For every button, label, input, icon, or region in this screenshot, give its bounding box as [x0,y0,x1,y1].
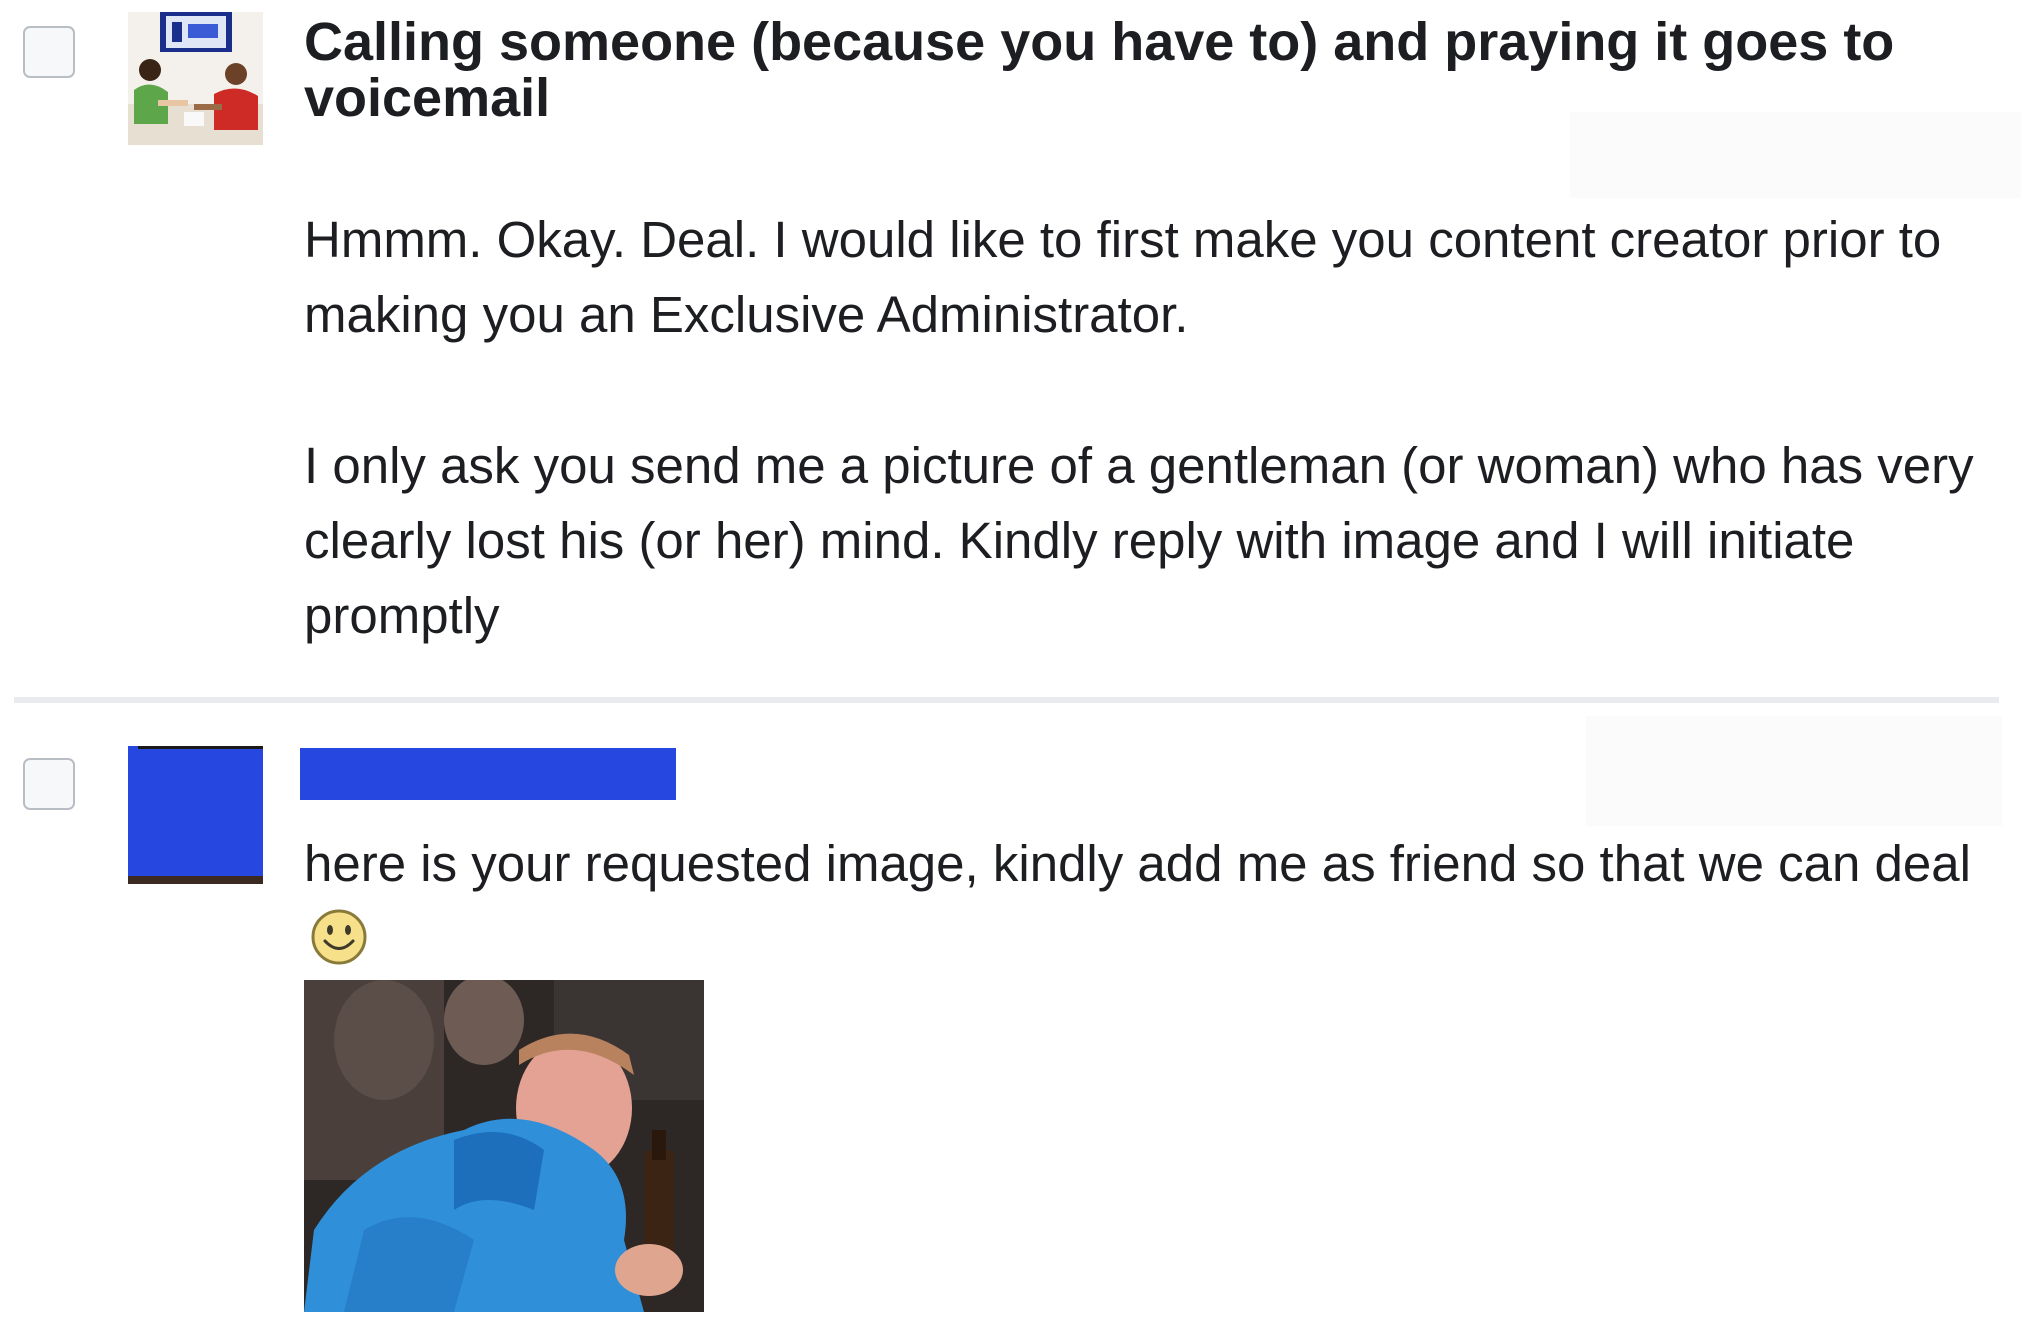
message-paragraph: Hmmm. Okay. Deal. I would like to first … [304,211,1942,343]
message-meta-area [1570,112,2021,198]
redacted-sender-name [300,748,676,800]
select-message-checkbox[interactable] [23,26,75,78]
voicemail-photo-avatar[interactable] [128,12,263,145]
select-message-checkbox[interactable] [23,758,75,810]
message-divider [14,697,1999,703]
message-title: Calling someone (because you have to) an… [304,12,1895,128]
redacted-avatar[interactable] [128,746,263,884]
smiley-icon [310,908,368,986]
message-2: here is your requested image, kindly add… [0,706,2021,1327]
attached-photo[interactable] [304,980,704,1312]
message-1: Calling someone (because you have to) an… [0,0,2021,700]
message-text-content: here is your requested image, kindly add… [304,835,1971,892]
message-meta-area [1586,716,2002,826]
message-paragraph: I only ask you send me a picture of a ge… [304,437,1974,644]
message-text: here is your requested image, kindly add… [304,826,1984,986]
